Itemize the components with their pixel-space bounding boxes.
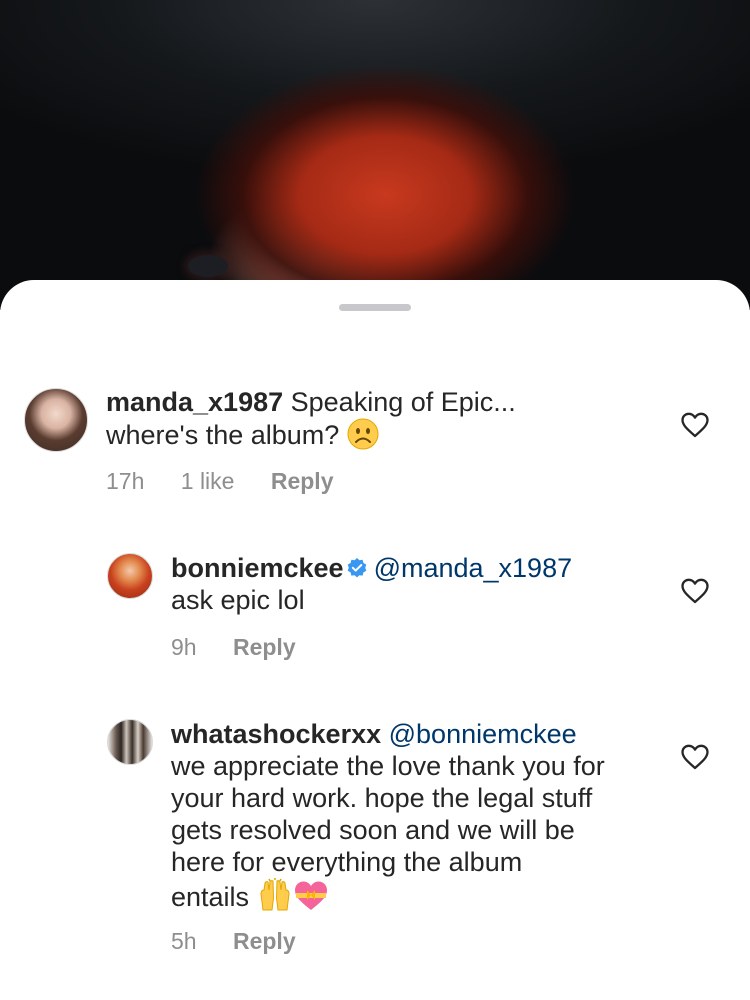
comment-text-line: your hard work. hope the legal stuff — [171, 783, 593, 813]
comment-username[interactable]: whatashockerxx — [171, 719, 381, 749]
comment-text-line: here for everything the album — [171, 847, 523, 877]
reply-button[interactable]: Reply — [233, 634, 296, 660]
comment-text-line2: where's the album? — [106, 420, 340, 450]
comment-text-line: we appreciate the love thank you for — [171, 751, 605, 781]
reply-button[interactable]: Reply — [271, 468, 334, 494]
sheet-grabber-handle[interactable] — [339, 304, 411, 311]
reply-button[interactable]: Reply — [233, 928, 296, 954]
sad-face-icon — [347, 418, 379, 450]
avatar[interactable] — [24, 388, 88, 452]
comment-username[interactable]: bonniemckee — [171, 553, 344, 583]
comment-mention[interactable]: @manda_x1987 — [374, 553, 573, 583]
photo-detail — [188, 255, 228, 277]
comment-text-line: entails — [171, 882, 250, 912]
comment-timestamp: 5h — [171, 928, 197, 954]
comment-timestamp: 9h — [171, 634, 197, 660]
heart-icon[interactable] — [681, 578, 709, 604]
comment-like-count[interactable]: 1 like — [181, 468, 235, 494]
comment-text: Speaking of Epic... — [290, 387, 516, 417]
heart-with-ribbon-icon — [294, 881, 327, 910]
verified-badge-icon — [347, 558, 366, 578]
post-background-photo — [0, 0, 750, 310]
avatar[interactable] — [107, 553, 153, 599]
avatar[interactable] — [107, 719, 153, 765]
heart-icon[interactable] — [681, 412, 709, 438]
comment-username[interactable]: manda_x1987 — [106, 387, 283, 417]
heart-icon[interactable] — [681, 744, 709, 770]
comment-text: ask epic lol — [171, 585, 305, 615]
comment-mention[interactable]: @bonniemckee — [389, 719, 577, 749]
raising-hands-icon — [260, 878, 290, 911]
comment-text-line: gets resolved soon and we will be — [171, 815, 575, 845]
comment-timestamp: 17h — [106, 468, 145, 494]
comments-sheet: manda_x1987 Speaking of Epic... where's … — [0, 280, 750, 1000]
